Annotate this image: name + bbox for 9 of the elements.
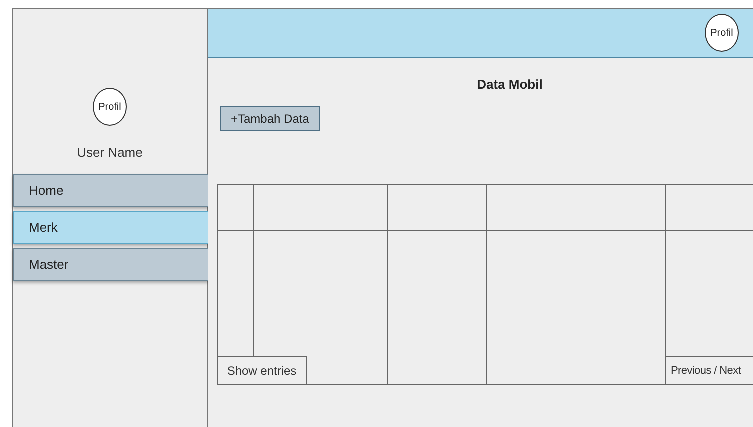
add-button[interactable]: +Tambah Data	[220, 106, 320, 131]
menu-item[interactable]: Home	[13, 174, 209, 207]
menu-item[interactable]: Merk	[13, 211, 209, 244]
user-name: User Name	[77, 145, 143, 160]
profile-avatar[interactable]: Profil	[93, 88, 127, 126]
show-entries-control[interactable]: Show entries	[217, 356, 307, 385]
menu-item[interactable]: Master	[13, 248, 209, 281]
page-title: Data Mobil	[476, 77, 544, 92]
profile-avatar[interactable]: Profil	[705, 14, 739, 52]
